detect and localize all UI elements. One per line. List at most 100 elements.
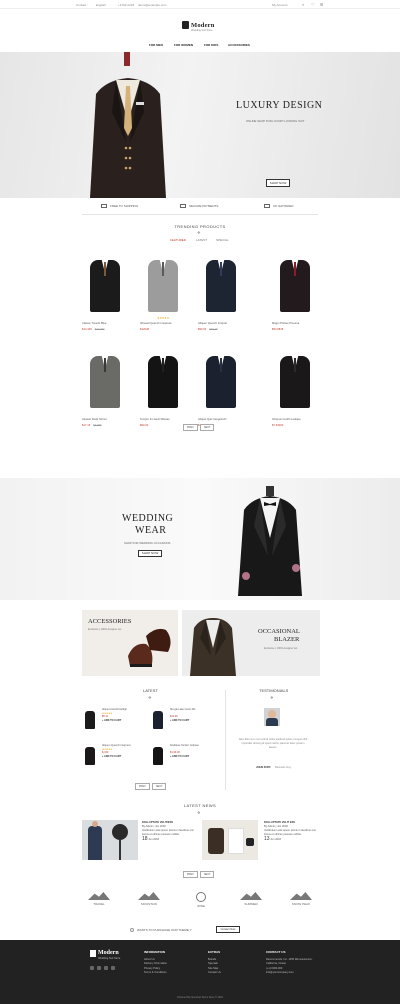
prev-button[interactable]: PREV — [135, 783, 150, 790]
product-thumbnail[interactable] — [150, 708, 166, 730]
add-to-cart-button[interactable]: + ADD TO CART — [102, 719, 127, 723]
product-image[interactable] — [198, 254, 244, 316]
add-to-cart-button[interactable]: + ADD TO CART — [170, 719, 195, 723]
hero-shop-now-button[interactable]: SHOP NOW — [266, 179, 290, 187]
nav-item-accessories[interactable]: ACCESSORIES — [228, 43, 250, 47]
next-button[interactable]: NEXT — [199, 871, 215, 878]
twitter-icon[interactable] — [97, 965, 101, 970]
product-card[interactable]: Classic Tuxedo Blue $14.445 $42.300 — [82, 254, 128, 331]
product-name[interactable]: Classic Tuxedo Blue — [82, 322, 128, 325]
list-item[interactable]: Slu-gle Lake Inosin Ifkt $12.90 + ADD TO C… — [150, 708, 195, 730]
product-image[interactable] — [140, 350, 186, 412]
product-card[interactable]: Magni Potriue Prixuma $54.6845 — [272, 254, 318, 331]
product-name[interactable]: Allquen Quench Intopret — [198, 322, 244, 325]
product-card[interactable]: Atopolo Rude Nimior $17.16 $3.080 — [82, 350, 128, 427]
product-thumbnail[interactable] — [150, 744, 166, 766]
occasional-blazer-banner[interactable]: OCCASIONAL BLAZER Exclusive | 100% desig… — [182, 610, 320, 676]
product-card[interactable]: Allquen Quench Intopret $90.00 $40.19 — [198, 254, 244, 331]
wedding-title-line1: WEDDING — [122, 513, 174, 524]
product-card[interactable]: Tempro Inc Aevit Dibules $90.00 — [140, 350, 186, 427]
product-image[interactable] — [272, 350, 318, 412]
product-thumbnail[interactable] — [82, 744, 98, 766]
add-to-cart-button[interactable]: + ADD TO CART — [170, 755, 199, 759]
product-image[interactable] — [140, 254, 186, 316]
wedding-shop-now-button[interactable]: SHOP NOW — [138, 550, 162, 557]
news-post-month: Jun 2018 — [270, 838, 281, 841]
news-pager: PREV NEXT — [183, 871, 215, 878]
prev-button[interactable]: PREV — [183, 424, 198, 431]
add-to-cart-button[interactable]: + ADD TO CART — [102, 755, 131, 759]
nav-item-for-men[interactable]: FOR MEN — [149, 43, 163, 47]
product-image[interactable] — [82, 254, 128, 316]
tab-special[interactable]: SPECIAL — [216, 238, 229, 242]
news-image-1[interactable] — [82, 820, 138, 860]
brand-logo-snow-peak[interactable]: SNOW PEAK — [286, 892, 316, 906]
list-item[interactable]: Aliquet Auctofit Auflrgh ★★★★★ $5.4x + ADD … — [82, 708, 127, 730]
product-card[interactable]: ★★★★★ Ibbused Quench Intopress $12048 — [140, 254, 186, 331]
google-plus-icon[interactable] — [111, 965, 115, 970]
product-image[interactable] — [272, 254, 318, 316]
wishlist-icon[interactable]: ♡ — [311, 2, 315, 7]
blazer-image — [190, 618, 236, 676]
purchase-cta-text: WANTS TO PURCHASE OUR THEME ? — [137, 928, 192, 932]
footer-information: INFORMATION About Us Delivery Informatio… — [144, 950, 167, 976]
logo-icon — [182, 21, 189, 29]
logo[interactable]: Modern Wedding Suit Store — [182, 21, 215, 32]
my-account-link[interactable]: My Account — [272, 3, 288, 7]
copyright: Powered By OpenCart Demo Store © 2024 — [177, 996, 223, 999]
next-button[interactable]: NEXT — [199, 424, 215, 431]
brand-logo-summer[interactable]: SUMMER — [236, 892, 266, 906]
product-name[interactable]: Inforpus Cunffn Loelque — [272, 418, 318, 421]
facebook-icon[interactable] — [90, 965, 94, 970]
product-name[interactable]: Ibbused Quench Intopress — [140, 322, 186, 325]
product-image[interactable] — [82, 350, 128, 412]
product-card[interactable]: Inforpus Cunffn Loelque $7.33000 — [272, 350, 318, 427]
tab-featured[interactable]: FEATURED — [170, 238, 186, 242]
cart-icon[interactable]: ⊞ — [320, 2, 323, 7]
footer-link[interactable]: Contact Us — [208, 971, 221, 976]
footer-link[interactable]: Delivery Information — [144, 962, 167, 967]
product-name[interactable]: Slu-gle Lake Inosin Ifkt — [170, 708, 195, 712]
prev-button[interactable]: PREV — [183, 871, 198, 878]
language-selector[interactable]: English — [96, 3, 106, 7]
product-name[interactable]: Drellituse Sunfen Colpuse — [170, 744, 199, 748]
nav-item-for-kids[interactable]: FOR KIDS — [204, 43, 218, 47]
product-name[interactable]: Tempro Inc Aevit Dibules — [140, 418, 186, 421]
purchase-cta: WANTS TO PURCHASE OUR THEME ? — [130, 928, 191, 932]
nav-item-for-women[interactable]: FOR WOMEN — [174, 43, 193, 47]
brand-logo-travel[interactable]: TRAVEL — [84, 892, 114, 906]
top-bar: Contact : English +1762-2233 demo@exampl… — [0, 0, 400, 9]
testimonial-author: JOHN DUFF — [256, 766, 271, 769]
list-item[interactable]: Allquen Quench Intopress ★★★★★ $,330 + ADD … — [82, 744, 131, 766]
news-image-2[interactable] — [202, 820, 258, 860]
footer-email[interactable]: info@yourcompany.com — [266, 971, 318, 976]
rss-icon[interactable] — [104, 965, 108, 970]
rating-stars — [198, 316, 244, 320]
next-button[interactable]: NEXT — [151, 783, 167, 790]
footer-logo[interactable]: Modern — [98, 951, 119, 956]
list-item[interactable]: Drellituse Sunfen Colpuse $1,99.00 + ADD T… — [150, 744, 199, 766]
product-name[interactable]: Atopolo Rude Nimior — [82, 418, 128, 421]
tab-latest[interactable]: LATEST — [196, 238, 207, 242]
latest-pager: PREV NEXT — [135, 783, 167, 790]
product-thumbnail[interactable] — [82, 708, 98, 730]
product-image[interactable] — [198, 350, 244, 412]
product-name[interactable]: Magni Potriue Prixuma — [272, 322, 318, 325]
search-icon[interactable]: ⌕ — [302, 2, 304, 7]
phone-number: +1762-2233 — [118, 3, 135, 7]
price-old: $40.19 — [209, 328, 218, 331]
product-name[interactable]: Aliquet Quis Vengeinchi — [198, 418, 244, 421]
brand-logo-wine[interactable]: WINE — [186, 892, 216, 908]
product-price: $14.445 $42.300 — [82, 328, 128, 331]
price-current: $17.16 — [82, 424, 91, 427]
footer-extras: EXTRAS Brands Specials Site Map Contact … — [208, 950, 221, 976]
logo-icon — [90, 950, 96, 957]
contact-now-button[interactable]: Contact Now — [216, 926, 240, 933]
rating-stars — [272, 316, 318, 320]
footer-link[interactable]: Terms & Conditions — [144, 971, 167, 976]
accessories-banner[interactable]: ACCESSORIES Exclusive | 100% designer se… — [82, 610, 178, 676]
logo-tagline: Wedding Suit Store — [191, 29, 213, 32]
column-divider — [225, 690, 226, 790]
product-card[interactable]: Aliquet Quis Vengeinchi$34.502 — [198, 350, 244, 427]
brand-logo-mountain[interactable]: MOUNTAIN — [134, 892, 164, 906]
